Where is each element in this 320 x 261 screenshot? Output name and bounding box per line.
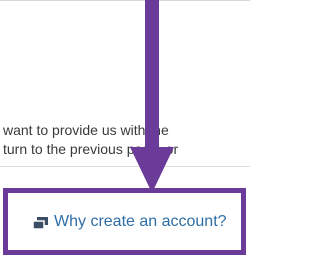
why-create-account-label: Why create an account? xyxy=(54,213,227,230)
why-create-account-link[interactable]: Why create an account? xyxy=(32,213,227,231)
body-text-line: turn to the previous page, or xyxy=(3,141,179,157)
window-stack-icon xyxy=(32,216,48,230)
body-text-line: want to provide us with the xyxy=(3,122,169,138)
top-divider xyxy=(0,0,250,1)
body-paragraph: want to provide us with the turn to the … xyxy=(0,121,250,159)
section-divider xyxy=(0,166,250,167)
